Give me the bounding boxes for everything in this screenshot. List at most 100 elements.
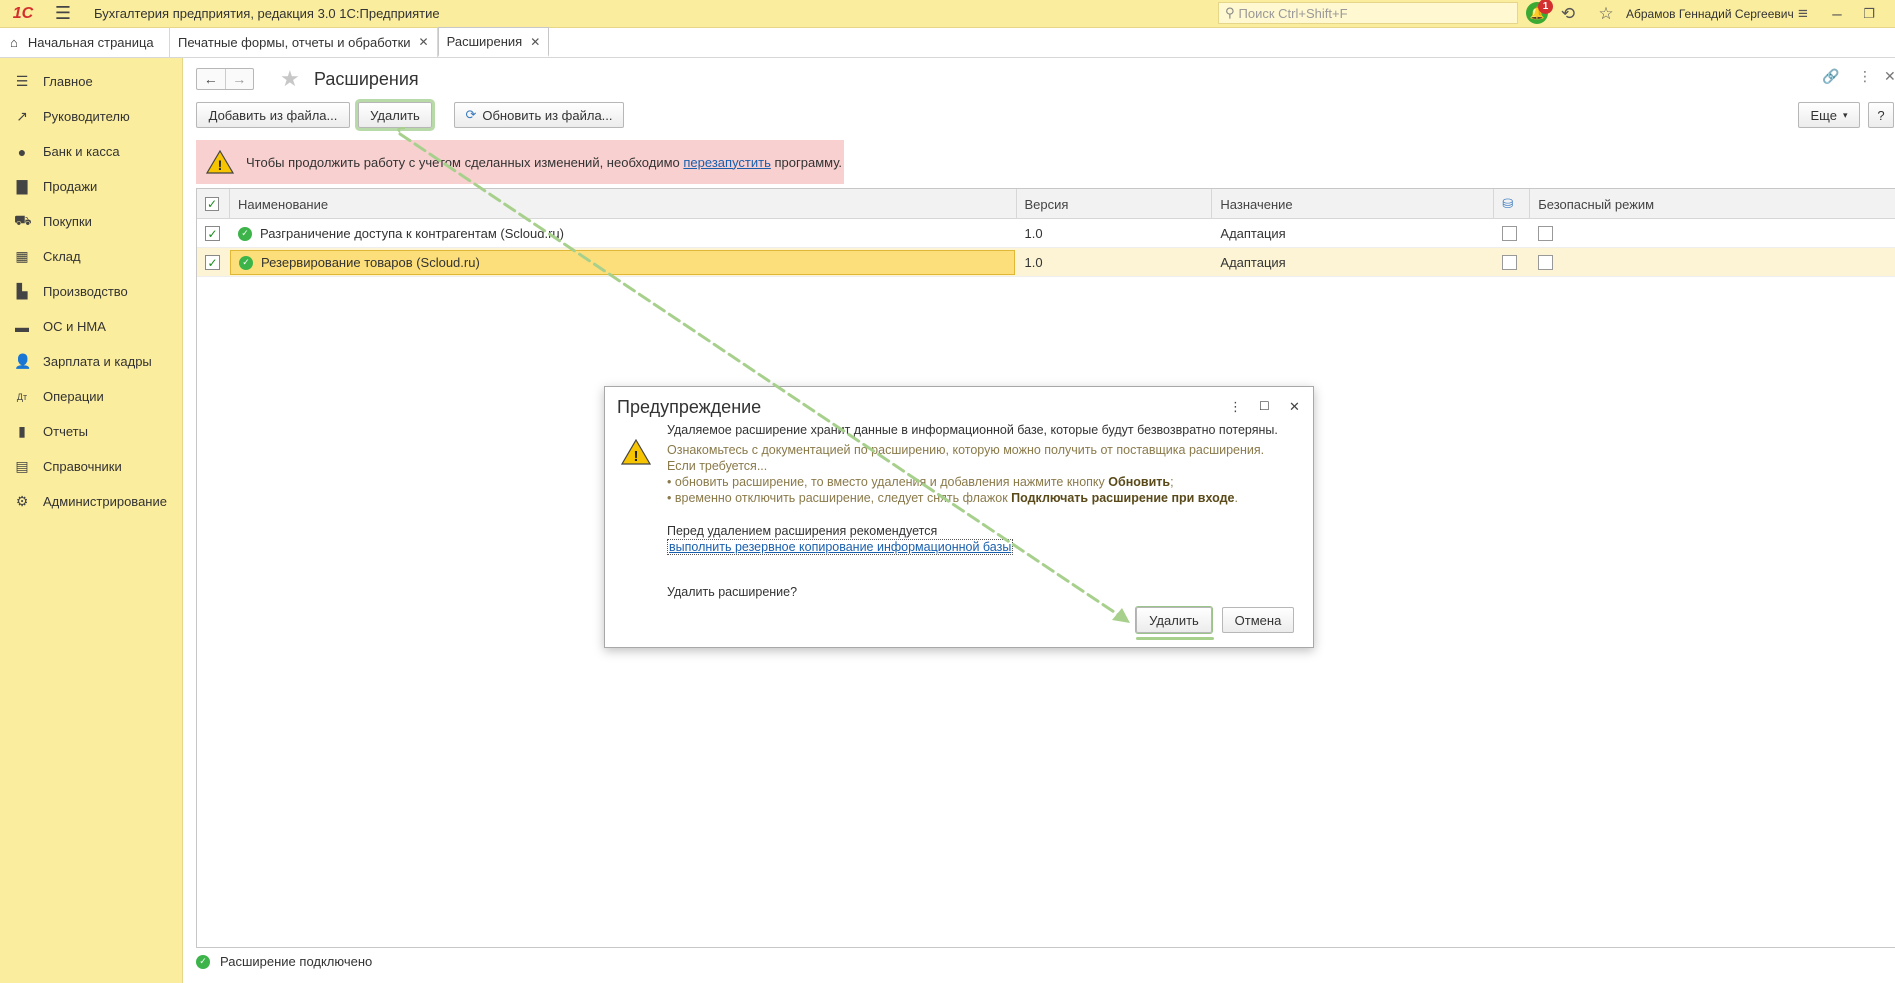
- warning-icon: !: [206, 150, 234, 174]
- link-icon[interactable]: 🔗: [1822, 68, 1839, 85]
- svg-text:!: !: [634, 448, 639, 465]
- favorite-star-icon[interactable]: ★: [280, 66, 300, 92]
- dialog-text: ;: [1170, 475, 1174, 489]
- ok-icon: ✓: [237, 226, 252, 241]
- tab-label: Расширения: [446, 34, 523, 49]
- dialog-cancel-button[interactable]: Отмена: [1222, 607, 1294, 633]
- dialog-title: Предупреждение: [617, 397, 762, 417]
- dialog-text: • временно отключить расширение, следует…: [667, 491, 1012, 505]
- nav-buttons: ← →: [196, 68, 254, 90]
- close-icon[interactable]: ✕: [1884, 68, 1895, 85]
- active-checkbox[interactable]: ✓: [205, 226, 220, 241]
- extension-name: Разграничение доступа к контрагентам (Sc…: [259, 226, 564, 241]
- user-name[interactable]: Абрамов Геннадий Сергеевич: [1626, 0, 1794, 28]
- sidebar-item-fixed-assets[interactable]: ▬ ОС и НМА: [0, 309, 182, 344]
- close-icon[interactable]: ✕: [1289, 399, 1300, 415]
- extension-data-checkbox[interactable]: [1502, 255, 1518, 270]
- bag-icon: ▇: [16, 178, 28, 194]
- table-header: ✓ Наименование Версия Назначение ⛁ Безоп…: [197, 189, 1895, 219]
- sidebar-item-sales[interactable]: ▇ Продажи: [0, 169, 182, 204]
- back-arrow-icon[interactable]: ←: [197, 69, 226, 89]
- dialog-line-data-loss: Удаляемое расширение хранит данные в инф…: [667, 423, 1278, 437]
- help-button[interactable]: ?: [1868, 102, 1894, 128]
- dialog-delete-button[interactable]: Удалить: [1136, 607, 1212, 633]
- update-from-file-label: Обновить из файла...: [482, 107, 613, 123]
- purpose-column-header[interactable]: Назначение: [1212, 189, 1495, 219]
- tab-home[interactable]: ⌂ Начальная страница: [0, 27, 170, 57]
- warning-text-before: Чтобы продолжить работу с учетом сделанн…: [246, 154, 684, 170]
- sidebar-item-main[interactable]: ☰ Главное: [0, 64, 182, 99]
- dialog-line-recommend: Перед удалением расширения рекомендуется: [667, 524, 938, 538]
- grid-icon: ▦: [15, 248, 29, 264]
- safe-mode-checkbox[interactable]: [1538, 255, 1554, 270]
- menu-icon: ☰: [15, 73, 29, 89]
- more-menu-icon[interactable]: ⋮: [1858, 68, 1872, 85]
- sidebar-item-label: Операции: [43, 389, 104, 404]
- main-menu-icon[interactable]: ☰: [52, 0, 74, 28]
- ok-icon: ✓: [196, 954, 210, 969]
- search-input[interactable]: ⚲ Поиск Ctrl+Shift+F: [1218, 2, 1518, 24]
- forward-arrow-icon[interactable]: →: [226, 69, 254, 89]
- dialog-line-disable: • временно отключить расширение, следует…: [667, 491, 1238, 505]
- name-column-header[interactable]: Наименование: [230, 189, 1017, 219]
- sidebar-item-bank[interactable]: ● Банк и касса: [0, 134, 182, 169]
- backup-link[interactable]: выполнить резервное копирование информац…: [667, 539, 1014, 555]
- active-checkbox[interactable]: ✓: [205, 255, 220, 270]
- purpose-cell: Адаптация: [1220, 255, 1286, 270]
- maximize-icon[interactable]: ☐: [1259, 399, 1270, 413]
- sidebar-item-salary[interactable]: 👤 Зарплата и кадры: [0, 344, 182, 379]
- minimize-icon[interactable]: –: [1826, 0, 1848, 28]
- open-tabs-bar: ⌂ Начальная страница Печатные формы, отч…: [0, 27, 1895, 58]
- restore-window-icon[interactable]: ❐: [1858, 0, 1880, 28]
- close-icon[interactable]: ✕: [530, 35, 540, 49]
- sidebar-item-operations[interactable]: Дт Операции: [0, 379, 182, 414]
- more-button[interactable]: Еще ▾: [1798, 102, 1860, 128]
- extension-data-column-header[interactable]: ⛁: [1494, 189, 1531, 219]
- sidebar-item-manager[interactable]: ↗ Руководителю: [0, 99, 182, 134]
- table-row[interactable]: ✓ ✓ Разграничение доступа к контрагентам …: [197, 219, 1895, 248]
- restart-link[interactable]: перезапустить: [683, 155, 770, 170]
- name-cell: ✓ Резервирование товаров (Scloud.ru): [229, 250, 1015, 275]
- person-icon: 👤: [14, 353, 32, 369]
- sidebar-item-production[interactable]: ▙ Производство: [0, 274, 182, 309]
- sidebar-item-reports[interactable]: ▮ Отчеты: [0, 414, 182, 449]
- dialog-text: • обновить расширение, то вместо удалени…: [667, 475, 1109, 489]
- sidebar-item-label: Главное: [43, 74, 93, 89]
- delete-button[interactable]: Удалить: [358, 102, 432, 128]
- cart-icon: ⛟: [14, 212, 32, 228]
- dialog-question: Удалить расширение?: [667, 585, 798, 599]
- active-column-header[interactable]: ✓: [197, 189, 230, 219]
- table-row-selected[interactable]: ✓ ✓ Резервирование товаров (Scloud.ru) 1.…: [197, 248, 1895, 277]
- safe-mode-column-header[interactable]: Безопасный режим: [1530, 189, 1895, 219]
- home-icon: ⌂: [10, 34, 18, 50]
- sidebar-item-admin[interactable]: ⚙ Администрирование: [0, 484, 182, 519]
- history-icon[interactable]: ⟲: [1556, 0, 1580, 28]
- svg-text:!: !: [218, 157, 223, 173]
- safe-mode-checkbox[interactable]: [1538, 226, 1554, 241]
- active-cell: ✓: [197, 248, 230, 277]
- extension-data-checkbox[interactable]: [1502, 226, 1518, 241]
- tab-print-forms[interactable]: Печатные формы, отчеты и обработки ✕: [170, 27, 438, 57]
- notification-badge: 1: [1538, 0, 1553, 14]
- restart-warning-bar: ! Чтобы продолжить работу с учетом сдела…: [196, 140, 844, 184]
- dialog-backup-link-wrap: выполнить резервное копирование информац…: [667, 539, 1014, 555]
- close-icon[interactable]: ✕: [419, 35, 429, 49]
- favorites-star-icon[interactable]: ☆: [1594, 0, 1618, 28]
- app-logo[interactable]: 1С: [0, 0, 46, 28]
- search-placeholder: Поиск Ctrl+Shift+F: [1238, 5, 1348, 21]
- book-icon: ▤: [15, 458, 29, 474]
- tab-home-label: Начальная страница: [27, 34, 154, 50]
- add-from-file-button[interactable]: Добавить из файла...: [196, 102, 350, 128]
- settings-menu-icon[interactable]: ≡: [1792, 0, 1814, 28]
- update-from-file-button[interactable]: ⟳ Обновить из файла...: [454, 102, 624, 128]
- dialog-line-if-needed: Если требуется...: [667, 459, 768, 473]
- sidebar-item-purchases[interactable]: ⛟ Покупки: [0, 204, 182, 239]
- more-menu-icon[interactable]: ⋮: [1229, 399, 1242, 415]
- warning-text-after: программу.: [770, 154, 843, 170]
- version-column-header[interactable]: Версия: [1017, 189, 1213, 219]
- tab-extensions[interactable]: Расширения ✕: [437, 27, 550, 57]
- sidebar-item-catalogs[interactable]: ▤ Справочники: [0, 449, 182, 484]
- dialog-line-update: • обновить расширение, то вместо удалени…: [667, 475, 1174, 489]
- sidebar-item-warehouse[interactable]: ▦ Склад: [0, 239, 182, 274]
- status-text: Расширение подключено: [220, 954, 373, 969]
